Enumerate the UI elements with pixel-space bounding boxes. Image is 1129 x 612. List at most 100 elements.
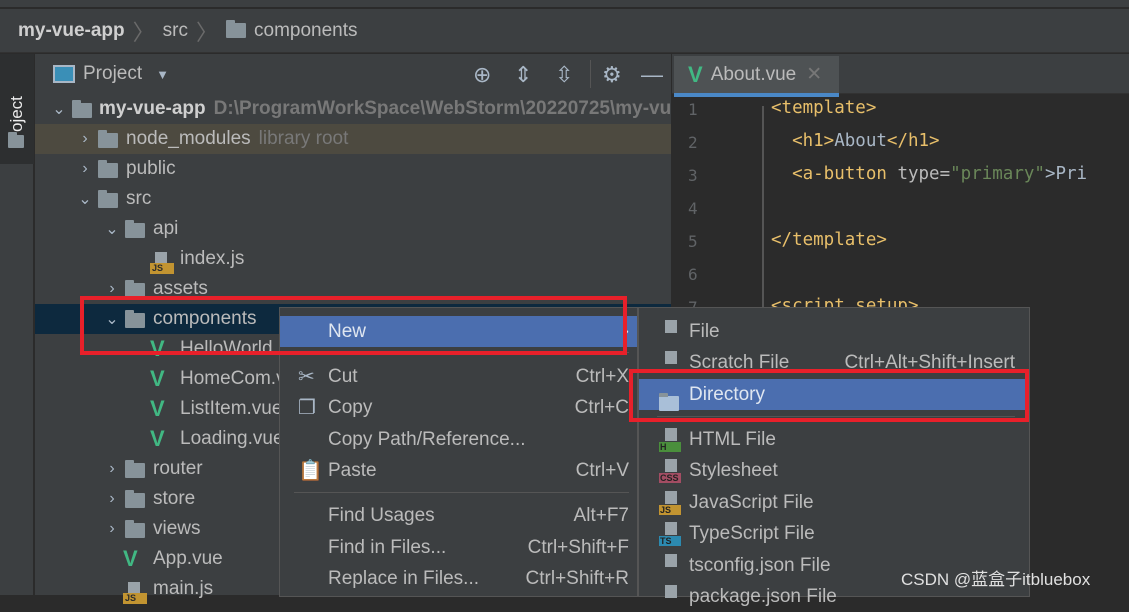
chevron-right-icon[interactable]: › [105, 520, 119, 538]
locate-icon[interactable]: ⊕ [473, 62, 491, 88]
tree-row[interactable]: ⌄ api [35, 214, 671, 244]
menu-item-shortcut: Ctrl+V [575, 459, 629, 481]
tree-item-label: store [153, 488, 196, 509]
menu-item-find-in-files[interactable]: Find in Files... Ctrl+Shift+F [280, 532, 637, 563]
menu-item-label: TypeScript File [689, 522, 815, 544]
breadcrumb-item-src[interactable]: src [163, 20, 188, 42]
menu-item-label: JavaScript File [689, 491, 814, 513]
project-view-selector[interactable]: Project [83, 63, 142, 85]
gear-icon[interactable]: ⚙ [602, 62, 622, 88]
breadcrumb: my-vue-app 〉 src 〉 components [0, 9, 1129, 53]
tree-item-label: src [126, 188, 152, 209]
menu-item-shortcut: Ctrl+C [574, 396, 629, 418]
line-number: 1 [688, 100, 698, 119]
line-number: 5 [688, 232, 698, 251]
folder-icon [125, 520, 145, 538]
breadcrumb-separator: 〉 [195, 19, 218, 45]
folder-icon [72, 100, 92, 118]
menu-item-label: Copy [328, 396, 373, 418]
chevron-right-icon[interactable]: › [78, 160, 92, 178]
project-view-icon [53, 65, 75, 83]
menu-item-shortcut: Ctrl+Shift+R [525, 567, 629, 589]
menu-item-label: HTML File [689, 428, 776, 450]
menu-item-copy[interactable]: ❐ Copy Ctrl+C [280, 392, 637, 423]
html-file-icon: H [659, 427, 683, 452]
submenu-item[interactable]: TS TypeScript File [639, 518, 1029, 549]
menu-item-paste[interactable]: 📋 Paste Ctrl+V [280, 455, 637, 486]
line-number: 6 [688, 265, 698, 284]
folder-icon [98, 190, 118, 208]
menu-item-cut[interactable]: ✂ Cut Ctrl+X [280, 361, 637, 392]
project-panel-header: Project ▼ ⊕ ⇕ ⇳ ⚙ — [35, 54, 671, 94]
tab-about-vue[interactable]: V About.vue ✕ [674, 56, 839, 97]
menu-item-shortcut: Ctrl+Shift+F [527, 536, 629, 558]
vue-file-icon: V [150, 426, 165, 451]
css-file-icon: CSS [659, 458, 683, 483]
submenu-item[interactable]: JS JavaScript File [639, 487, 1029, 518]
close-icon[interactable]: ✕ [806, 63, 822, 86]
folder-icon [125, 490, 145, 508]
watermark: CSDN @蓝盒子itbluebox [901, 570, 1091, 589]
divider [590, 60, 591, 88]
code-line: </template> [771, 230, 887, 250]
menu-item-find-usages[interactable]: Find Usages Alt+F7 [280, 500, 637, 531]
folder-icon [125, 220, 145, 238]
vue-file-icon: V [150, 366, 165, 391]
menu-item-label: Find Usages [328, 504, 435, 526]
expand-all-icon[interactable]: ⇕ [514, 62, 532, 88]
tree-row[interactable]: › node_modules library root [35, 124, 671, 154]
js-file-icon: JS [123, 582, 147, 604]
menu-item-label: package.json File [689, 585, 837, 607]
package-json-icon [659, 584, 683, 609]
minimize-icon[interactable]: — [641, 62, 663, 88]
annotation-box-directory [629, 369, 1029, 422]
submenu-item[interactable]: File [639, 316, 1029, 347]
editor-tab-bar: V About.vue ✕ [672, 54, 1129, 97]
tree-item-label: public [126, 158, 176, 179]
file-icon [659, 319, 683, 344]
tree-row[interactable]: JS index.js [35, 244, 671, 274]
js-file-icon: JS [150, 252, 174, 274]
line-number: 2 [688, 133, 698, 152]
menu-item-shortcut: Alt+F7 [573, 504, 629, 526]
tree-item-label: node_modules library root [126, 128, 349, 149]
tool-window-strip: Project [0, 54, 34, 595]
breadcrumb-item-components[interactable]: components [254, 20, 358, 42]
tree-row[interactable]: ⌄ my-vue-app D:\ProgramWorkSpace\WebStorm\… [35, 94, 671, 124]
collapse-all-icon[interactable]: ⇳ [555, 62, 573, 88]
menu-item-label: tsconfig.json File [689, 554, 831, 576]
title-strip [0, 0, 1129, 8]
vue-file-icon: V [688, 61, 703, 87]
tree-item-label: router [153, 458, 203, 479]
menu-item-label: File [689, 320, 720, 342]
tree-row[interactable]: › public [35, 154, 671, 184]
menu-item-label: Replace in Files... [328, 567, 480, 589]
menu-item-label: Find in Files... [328, 536, 447, 558]
tree-item-label: index.js [180, 248, 245, 269]
folder-icon [125, 460, 145, 478]
menu-item-copy-path-reference[interactable]: Copy Path/Reference... [280, 424, 637, 455]
breadcrumb-item-root[interactable]: my-vue-app [18, 20, 125, 42]
clipboard-icon: 📋 [298, 460, 323, 482]
submenu-item[interactable]: CSS Stylesheet [639, 455, 1029, 486]
line-number: 3 [688, 166, 698, 185]
code-line: <template> [771, 98, 877, 118]
scissors-icon: ✂ [298, 366, 315, 388]
tree-row[interactable]: ⌄ src [35, 184, 671, 214]
chevron-right-icon[interactable]: › [105, 460, 119, 478]
tree-item-label: App.vue [153, 548, 223, 569]
chevron-right-icon[interactable]: › [78, 130, 92, 148]
chevron-down-icon[interactable]: ⌄ [105, 219, 119, 239]
menu-item-replace-in-files[interactable]: Replace in Files... Ctrl+Shift+R [280, 563, 637, 594]
tree-item-label: Loading.vue [180, 428, 284, 449]
js-file-icon: JS [659, 490, 683, 515]
submenu-item[interactable]: H HTML File [639, 424, 1029, 455]
tree-item-label: HomeCom.v [180, 368, 286, 389]
code-line: <h1>About</h1> [771, 131, 940, 151]
chevron-right-icon[interactable]: › [105, 490, 119, 508]
chevron-down-icon[interactable]: ▼ [156, 67, 169, 82]
vue-file-icon: V [150, 396, 165, 421]
tree-item-label: ListItem.vue [180, 398, 283, 419]
chevron-down-icon[interactable]: ⌄ [78, 189, 92, 209]
chevron-down-icon[interactable]: ⌄ [52, 99, 66, 119]
